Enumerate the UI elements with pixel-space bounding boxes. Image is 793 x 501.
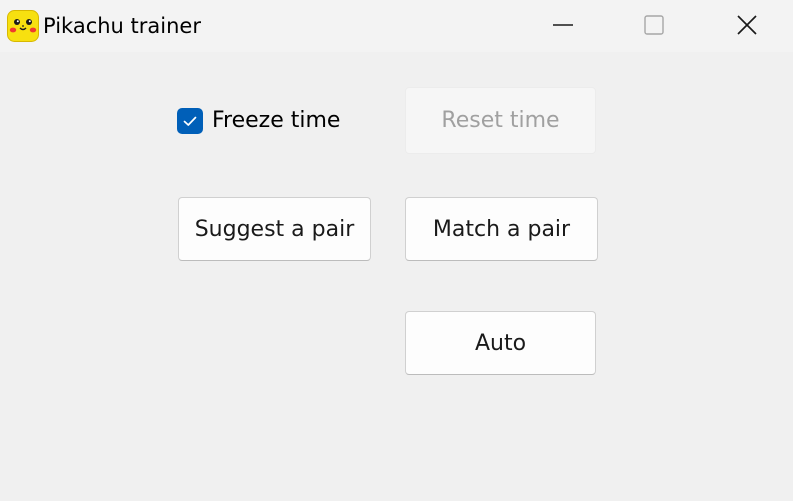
maximize-icon [644, 15, 664, 35]
auto-button[interactable]: Auto [405, 311, 596, 375]
suggest-pair-button[interactable]: Suggest a pair [178, 197, 371, 261]
minimize-button[interactable] [540, 0, 586, 50]
app-window: Pikachu trainer Freeze time Reset time S… [0, 0, 793, 501]
match-pair-button[interactable]: Match a pair [405, 197, 598, 261]
checkmark-icon [183, 116, 197, 126]
freeze-time-option[interactable]: Freeze time [177, 106, 340, 136]
close-button[interactable] [724, 0, 770, 50]
reset-time-button[interactable]: Reset time [405, 87, 596, 154]
minimize-icon [553, 24, 573, 26]
window-title: Pikachu trainer [43, 14, 201, 38]
freeze-time-label[interactable]: Freeze time [212, 107, 340, 135]
close-icon [737, 15, 757, 35]
freeze-time-checkbox[interactable] [177, 108, 203, 134]
pikachu-face-icon [7, 10, 39, 42]
maximize-button[interactable] [631, 0, 677, 50]
title-bar[interactable]: Pikachu trainer [0, 0, 793, 52]
